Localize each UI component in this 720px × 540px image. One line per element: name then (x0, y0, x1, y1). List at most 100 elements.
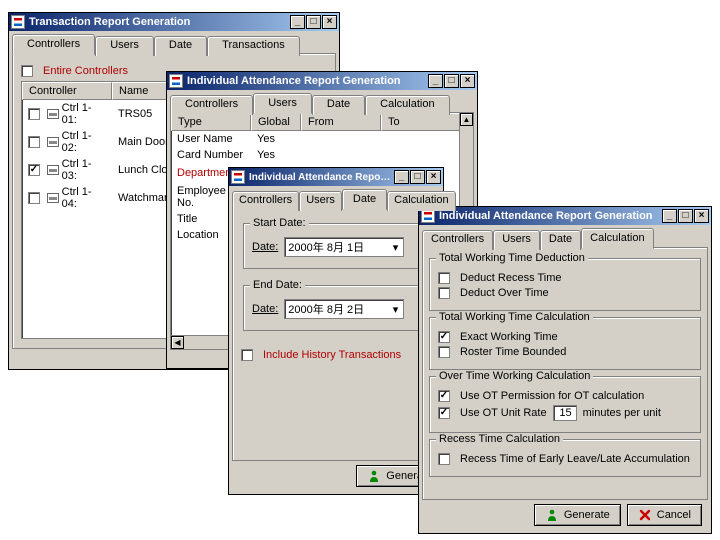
deduct-overtime-checkbox[interactable] (438, 287, 450, 299)
date-picker-icon[interactable]: ▾ (391, 303, 401, 316)
cell-controller: Ctrl 1-03: (62, 158, 106, 182)
minimize-button[interactable]: _ (662, 209, 677, 223)
roster-bounded-label: Roster Time Bounded (460, 346, 566, 358)
minimize-button[interactable]: _ (394, 170, 409, 184)
minimize-button[interactable]: _ (290, 15, 305, 29)
ot-permission-row[interactable]: Use OT Permission for OT calculation (438, 390, 692, 402)
tab-date[interactable]: Date (342, 189, 387, 210)
include-history-checkbox[interactable] (241, 349, 253, 361)
cancel-label: Cancel (657, 509, 691, 521)
maximize-button[interactable]: □ (306, 15, 321, 29)
overtime-group: Over Time Working Calculation Use OT Per… (429, 376, 701, 433)
recess-accum-label: Recess Time of Early Leave/Late Accumula… (460, 453, 690, 465)
row-checkbox[interactable] (28, 108, 40, 120)
maximize-button[interactable]: □ (444, 74, 459, 88)
tab-users[interactable]: Users (95, 36, 154, 56)
tab-users[interactable]: Users (493, 230, 540, 250)
minimize-button[interactable]: _ (428, 74, 443, 88)
generate-button[interactable]: Generate (534, 504, 621, 526)
exact-working-label: Exact Working Time (460, 331, 558, 343)
tab-controllers[interactable]: Controllers (170, 95, 253, 115)
tab-calculation[interactable]: Calculation (365, 95, 449, 115)
exact-working-row[interactable]: Exact Working Time (438, 331, 692, 343)
start-date-value: 2000年 8月 1日 (288, 239, 364, 255)
controller-icon (47, 193, 59, 203)
controller-icon (47, 109, 59, 119)
ot-unitrate-checkbox[interactable] (438, 407, 450, 419)
tab-calculation[interactable]: Calculation (581, 228, 653, 249)
col-type[interactable]: Type (171, 113, 251, 131)
date-picker-icon[interactable]: ▾ (391, 241, 401, 254)
close-button[interactable]: × (426, 170, 441, 184)
close-button[interactable]: × (694, 209, 709, 223)
recess-accum-checkbox[interactable] (438, 453, 450, 465)
tab-date[interactable]: Date (154, 36, 207, 56)
tab-date[interactable]: Date (540, 230, 581, 250)
exact-working-checkbox[interactable] (438, 331, 450, 343)
tab-row: Controllers Users Date Transactions (12, 34, 336, 54)
tab-transactions[interactable]: Transactions (207, 36, 300, 56)
recess-accum-row[interactable]: Recess Time of Early Leave/Late Accumula… (438, 453, 692, 465)
include-history-row[interactable]: Include History Transactions (241, 349, 431, 361)
window-icon (421, 209, 435, 223)
entire-controllers-checkbox[interactable] (21, 65, 33, 77)
ot-unitrate-input[interactable]: 15 (553, 405, 577, 421)
deduction-group: Total Working Time Deduction Deduct Rece… (429, 258, 701, 311)
window-icon (169, 74, 183, 88)
titlebar[interactable]: Individual Attendance Report Generation … (167, 72, 477, 90)
close-button[interactable]: × (460, 74, 475, 88)
scroll-up-button[interactable]: ▲ (460, 113, 473, 126)
attendance-calculation-window: Individual Attendance Report Generation … (418, 206, 712, 534)
table-row[interactable]: User Name Yes (171, 131, 459, 147)
row-checkbox[interactable] (28, 136, 40, 148)
row-checkbox[interactable] (28, 192, 40, 204)
col-global[interactable]: Global (251, 113, 301, 131)
roster-bounded-row[interactable]: Roster Time Bounded (438, 346, 692, 358)
table-row[interactable]: Card Number Yes (171, 147, 459, 163)
tab-users[interactable]: Users (253, 93, 312, 114)
col-from[interactable]: From (301, 113, 381, 131)
titlebar[interactable]: Transaction Report Generation _ □ × (9, 13, 339, 31)
col-controller[interactable]: Controller (22, 82, 112, 100)
ot-permission-checkbox[interactable] (438, 390, 450, 402)
deduct-recess-checkbox[interactable] (438, 272, 450, 284)
x-icon (638, 508, 652, 522)
window-title: Individual Attendance Report Generation (187, 75, 428, 87)
deduct-overtime-row[interactable]: Deduct Over Time (438, 287, 692, 299)
tab-row: Controllers Users Date Calculation (422, 228, 708, 248)
window-title: Individual Attendance Report Generation (249, 172, 394, 183)
tab-controllers[interactable]: Controllers (232, 191, 299, 211)
roster-bounded-checkbox[interactable] (438, 346, 450, 358)
cell-controller: Ctrl 1-04: (62, 186, 106, 210)
tab-pane-date: Start Date: Date: 2000年 8月 1日 ▾ End Date… (232, 208, 440, 461)
ot-unitrate-row[interactable]: Use OT Unit Rate 15 minutes per unit (438, 405, 692, 421)
window-icon (231, 170, 245, 184)
cancel-button[interactable]: Cancel (627, 504, 702, 526)
tab-row: Controllers Users Date Calculation (232, 189, 440, 209)
scroll-left-button[interactable]: ◀ (171, 336, 184, 349)
deduct-recess-row[interactable]: Deduct Recess Time (438, 272, 692, 284)
end-date-input[interactable]: 2000年 8月 2日 ▾ (284, 299, 404, 319)
end-date-legend: End Date: (250, 279, 305, 291)
recess-group: Recess Time Calculation Recess Time of E… (429, 439, 701, 477)
ot-unitrate-suffix: minutes per unit (583, 407, 661, 419)
row-checkbox[interactable] (28, 164, 40, 176)
person-icon (545, 508, 559, 522)
close-button[interactable]: × (322, 15, 337, 29)
tab-controllers[interactable]: Controllers (12, 34, 95, 55)
titlebar[interactable]: Individual Attendance Report Generation … (419, 207, 711, 225)
tab-calculation[interactable]: Calculation (387, 191, 455, 211)
tab-users[interactable]: Users (299, 191, 342, 211)
date-label: Date: (252, 241, 278, 253)
end-date-value: 2000年 8月 2日 (288, 301, 364, 317)
listview-header: Type Global From To (171, 113, 473, 131)
maximize-button[interactable]: □ (678, 209, 693, 223)
start-date-input[interactable]: 2000年 8月 1日 ▾ (284, 237, 404, 257)
tab-date[interactable]: Date (312, 95, 365, 115)
date-label: Date: (252, 303, 278, 315)
deduction-legend: Total Working Time Deduction (436, 252, 588, 264)
tab-controllers[interactable]: Controllers (422, 230, 493, 250)
person-icon (367, 469, 381, 483)
maximize-button[interactable]: □ (410, 170, 425, 184)
titlebar[interactable]: Individual Attendance Report Generation … (229, 168, 443, 186)
